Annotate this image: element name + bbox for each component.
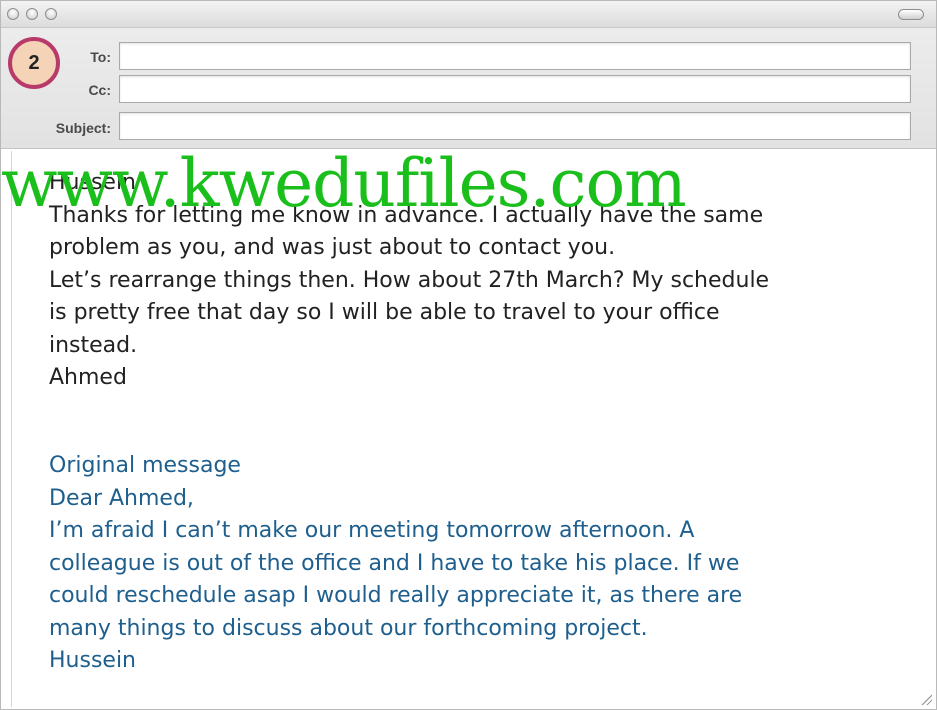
subject-label: Subject:	[55, 120, 111, 136]
original-line: Original message	[49, 453, 241, 478]
to-field[interactable]	[119, 42, 911, 70]
title-bar	[1, 1, 936, 28]
original-line: Dear Ahmed,	[49, 485, 194, 511]
reply-line: Ahmed	[49, 365, 127, 390]
minimize-window-button[interactable]	[26, 8, 38, 20]
original-line: colleague is out of the office and I hav…	[49, 550, 740, 576]
reply-line: instead.	[49, 332, 138, 358]
original-line: many things to discuss about our forthco…	[49, 615, 648, 641]
reply-line: Hussein	[49, 170, 137, 195]
cc-field[interactable]	[119, 75, 911, 103]
cc-label: Cc:	[88, 82, 111, 98]
email-compose-window: To: Cc: Subject: 2 Hussein Thanks for le…	[0, 0, 937, 710]
toolbar-toggle-button[interactable]	[898, 9, 924, 20]
reply-line: is pretty free that day so I will be abl…	[49, 300, 720, 325]
subject-field[interactable]	[119, 112, 911, 140]
resize-grip-icon[interactable]	[920, 693, 932, 705]
original-message-text: Original message Dear Ahmed, I’m afraid …	[49, 450, 899, 678]
close-window-button[interactable]	[7, 8, 19, 20]
original-line: could reschedule asap I would really app…	[49, 583, 743, 608]
original-line: I’m afraid I can’t make our meeting tomo…	[49, 518, 695, 543]
reply-line: Thanks for letting me know in advance. I…	[49, 202, 764, 228]
step-number-badge: 2	[8, 37, 60, 89]
zoom-window-button[interactable]	[45, 8, 57, 20]
reply-line: Let’s rearrange things then. How about 2…	[49, 267, 770, 293]
reply-text: Hussein Thanks for letting me know in ad…	[49, 167, 899, 395]
reply-line: problem as you, and was just about to co…	[49, 235, 616, 260]
message-header: To: Cc: Subject:	[1, 28, 936, 149]
original-line: Hussein	[49, 648, 137, 673]
